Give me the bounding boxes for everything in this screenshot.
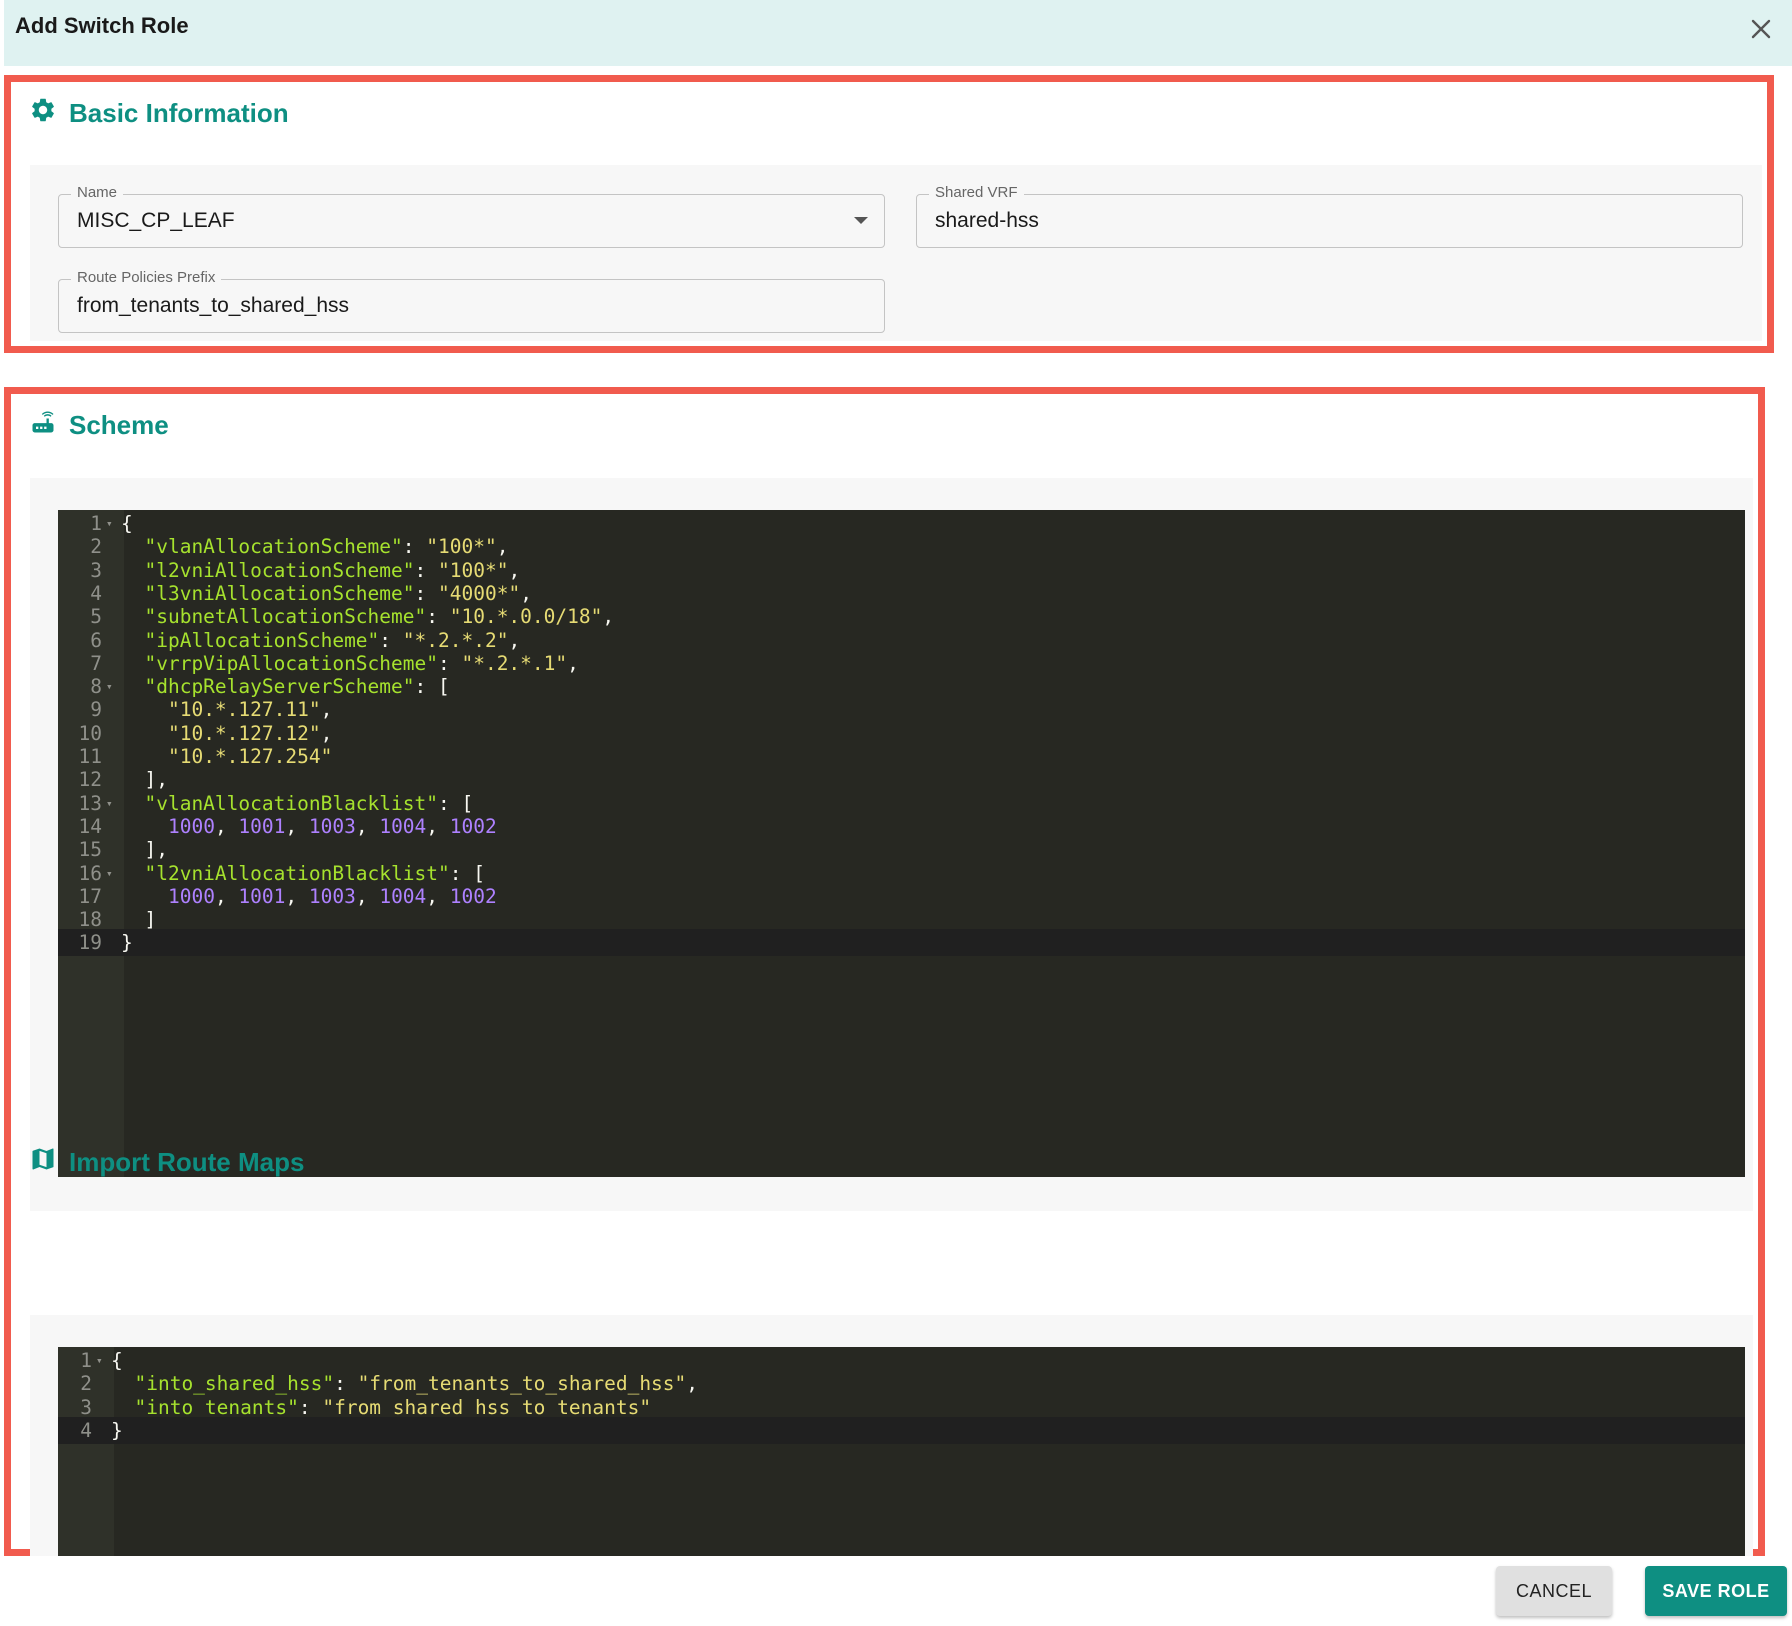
field-value: MISC_CP_LEAF [77,209,235,232]
field-label: Shared VRF [929,184,1024,201]
basic-information-header: Basic Information [29,96,289,131]
scheme-panel: 1 ▾{2 "vlanAllocationScheme": "100*", 3 "l… [30,478,1753,1211]
field-label: Route Policies Prefix [71,269,222,286]
scheme-header: Scheme [29,408,169,443]
section-title: Import Route Maps [69,1147,305,1177]
section-title: Scheme [69,410,169,440]
gear-icon [29,96,57,131]
cancel-button[interactable]: CANCEL [1496,1566,1612,1616]
code-text: } [111,1418,123,1442]
map-icon [29,1145,57,1180]
field-value: from_tenants_to_shared_hss [77,294,350,317]
dialog-titlebar: Add Switch Role [4,0,1792,66]
code-line[interactable]: 4} [58,1416,1745,1444]
field-label: Name [71,184,124,201]
section-title: Basic Information [69,98,289,128]
route-policies-prefix-field[interactable]: Route Policies Prefix from_tenants_to_sh… [58,269,885,333]
scheme-section: Scheme 1 ▾{2 "vlanAllocationScheme": "100… [4,387,1765,1556]
shared-vrf-field[interactable]: Shared VRF shared-hss [916,184,1743,248]
name-select[interactable]: Name MISC_CP_LEAF [58,184,885,248]
import-route-maps-panel: 1 ▾{2 "into_shared_hss": "from_tenants_to… [30,1315,1753,1556]
dialog-title: Add Switch Role [15,13,189,38]
code-text: } [121,931,133,955]
code-line[interactable]: 19} [58,929,1745,957]
field-value: shared-hss [935,209,1039,232]
import-route-maps-json-editor[interactable]: 1 ▾{2 "into_shared_hss": "from_tenants_to… [58,1347,1745,1556]
chevron-down-icon[interactable] [854,217,868,224]
save-role-button[interactable]: SAVE ROLE [1645,1566,1787,1616]
basic-information-section: Basic Information Name MISC_CP_LEAF Shar… [4,75,1774,353]
line-number: 19 [78,931,102,955]
import-route-maps-header: Import Route Maps [29,1145,304,1180]
basic-information-panel: Name MISC_CP_LEAF Shared VRF shared-hss … [30,165,1762,341]
scheme-json-editor[interactable]: 1 ▾{2 "vlanAllocationScheme": "100*", 3 "l… [58,510,1745,1177]
add-switch-role-dialog: Add Switch Role Basic Information Name M… [0,0,1792,1626]
close-icon[interactable] [1744,12,1778,46]
line-number: 4 [80,1418,92,1442]
router-icon [29,408,57,443]
